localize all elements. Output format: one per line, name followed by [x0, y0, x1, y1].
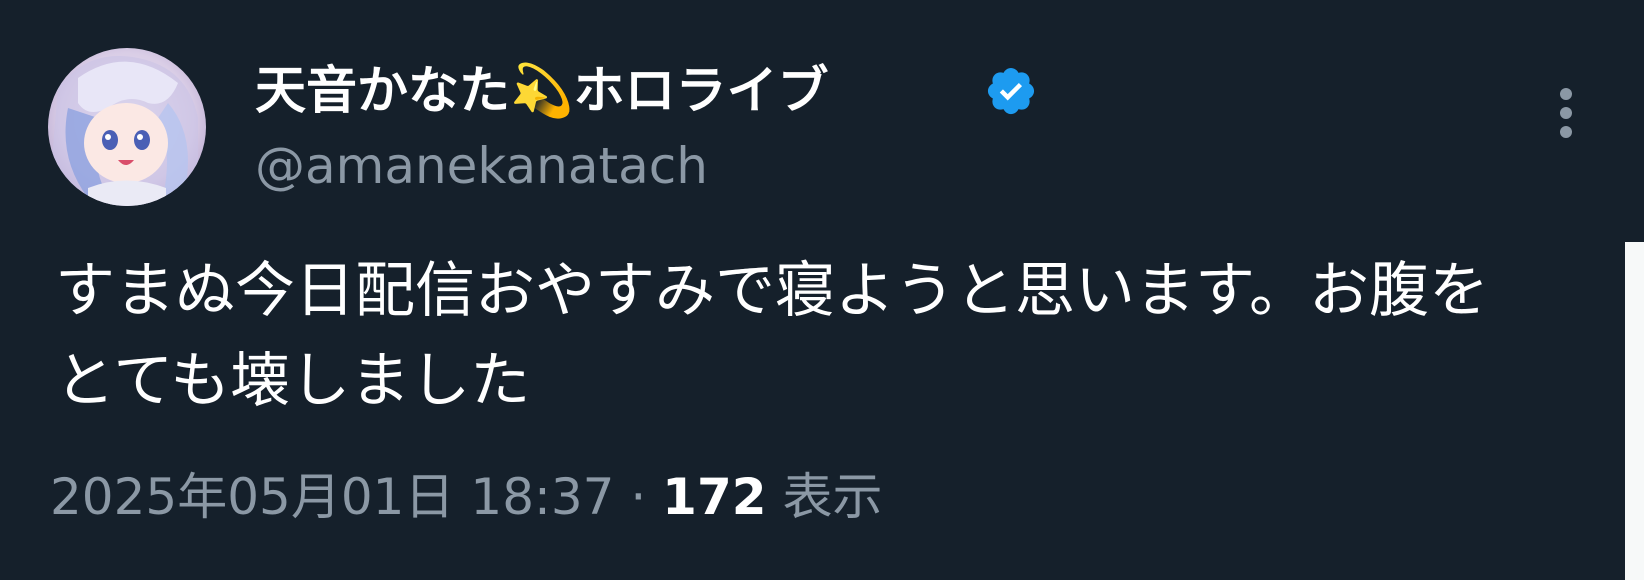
tweet-meta: 2025年05月01日 18:37 · 172 表示 — [50, 462, 882, 532]
views-label: 表示 — [766, 468, 883, 526]
tweet-text: すまぬ今日配信おやすみで寝ようと思います。お腹をとても壊しました — [55, 256, 1489, 416]
meta-separator: · — [614, 468, 663, 526]
tweet-card[interactable]: 天音かなた💫ホロライブ @amanekanatach すまぬ今日配信おやすみで寝… — [0, 0, 1644, 580]
verified-badge-icon — [987, 67, 1035, 115]
display-name[interactable]: 天音かなた💫ホロライブ — [255, 54, 829, 130]
scrollbar[interactable] — [1625, 242, 1644, 580]
user-handle[interactable]: @amanekanatach — [255, 134, 708, 198]
avatar[interactable] — [48, 48, 206, 206]
views-count[interactable]: 172 — [662, 468, 766, 526]
timestamp-link[interactable]: 2025年05月01日 18:37 — [50, 468, 614, 526]
more-options-icon[interactable] — [1538, 80, 1594, 146]
